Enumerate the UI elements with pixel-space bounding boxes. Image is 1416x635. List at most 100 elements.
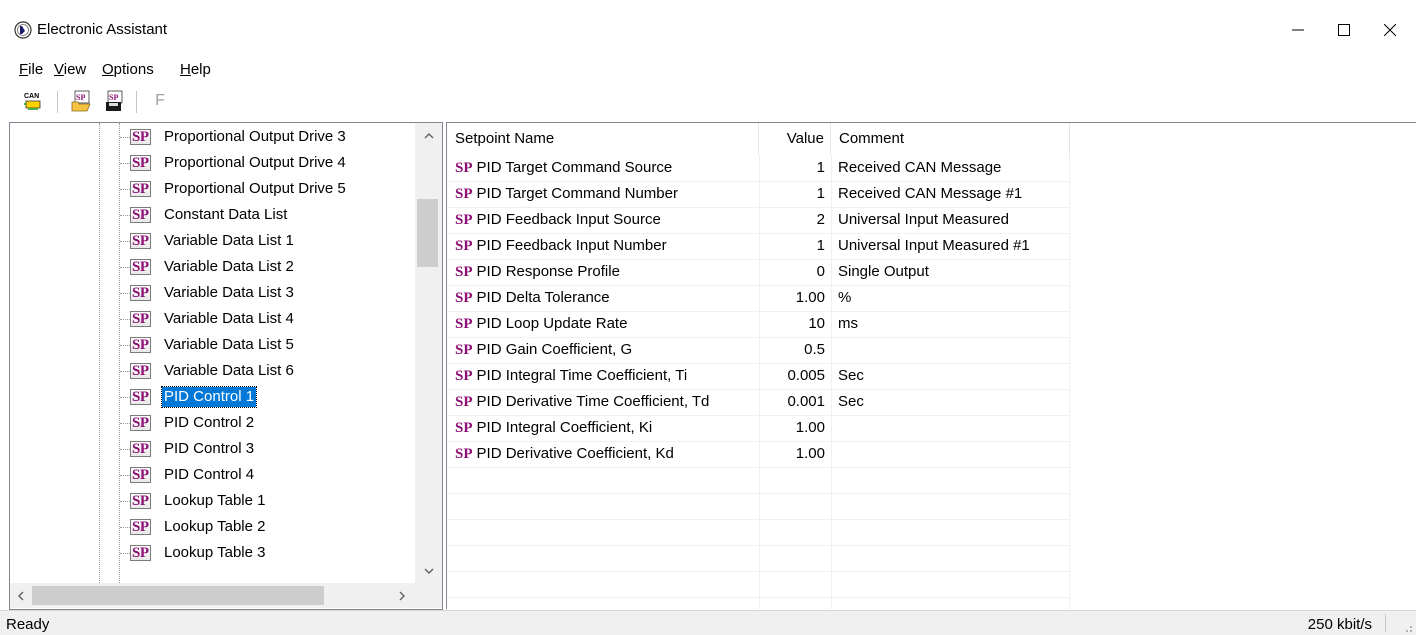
setpoint-value[interactable]: 2 — [759, 207, 825, 233]
tree-item[interactable]: SP Variable Data List 2 — [10, 254, 415, 280]
tree-connector — [120, 527, 130, 528]
resize-grip-icon[interactable] — [1401, 621, 1413, 633]
setpoint-comment — [838, 415, 1068, 441]
window-title: Electronic Assistant — [37, 21, 168, 38]
setpoint-value[interactable]: 1.00 — [759, 285, 825, 311]
setpoint-value[interactable]: 10 — [759, 311, 825, 337]
setpoint-comment — [838, 337, 1068, 363]
scroll-up-arrow[interactable] — [415, 125, 442, 145]
setpoint-value[interactable]: 0 — [759, 259, 825, 285]
tree-item[interactable]: SP Constant Data List — [10, 202, 415, 228]
setpoint-value[interactable]: 1.00 — [759, 415, 825, 441]
menu-help[interactable]: Help — [180, 61, 211, 78]
setpoint-icon: SP — [130, 285, 151, 301]
tree-item[interactable]: SP PID Control 1 — [10, 384, 415, 410]
setpoint-name: PID Response Profile — [476, 263, 620, 280]
setpoint-value[interactable]: 1 — [759, 155, 825, 181]
scroll-right-arrow[interactable] — [392, 583, 412, 608]
tree-item[interactable]: SP Lookup Table 3 — [10, 540, 415, 566]
tree-item[interactable]: SP PID Control 2 — [10, 410, 415, 436]
tree-horizontal-scrollbar[interactable] — [10, 583, 415, 608]
scroll-thumb[interactable] — [32, 586, 324, 605]
setpoint-name-cell: SP PID Integral Coefficient, Ki — [455, 415, 759, 441]
menu-file[interactable]: File — [19, 61, 43, 78]
tree-item-label: Proportional Output Drive 5 — [164, 180, 346, 197]
setpoint-value[interactable]: 1.00 — [759, 441, 825, 467]
close-button[interactable] — [1367, 10, 1413, 50]
can-connect-button[interactable]: CAN — [21, 89, 45, 113]
setpoint-icon: SP — [455, 342, 473, 358]
tree-item[interactable]: SP Proportional Output Drive 5 — [10, 176, 415, 202]
tree-item-label: Proportional Output Drive 4 — [164, 154, 346, 171]
setpoint-value[interactable]: 1 — [759, 181, 825, 207]
flash-button[interactable]: F — [148, 89, 172, 113]
column-header-name[interactable]: Setpoint Name — [447, 123, 759, 155]
setpoint-comment: Sec — [838, 367, 864, 384]
open-setpoint-button[interactable]: SP — [69, 89, 93, 113]
tree-vertical-scrollbar[interactable] — [415, 123, 442, 583]
tree-item-label: Variable Data List 3 — [164, 284, 294, 301]
setpoint-name-cell: SP PID Target Command Number — [455, 181, 759, 207]
tree-item[interactable]: SP PID Control 4 — [10, 462, 415, 488]
setpoint-icon: SP — [130, 259, 151, 275]
table-row[interactable]: SP PID Delta Tolerance 1.00% — [447, 285, 1416, 311]
setpoint-value[interactable]: 0.001 — [759, 389, 825, 415]
tree-connector — [120, 397, 130, 398]
table-row[interactable]: SP PID Derivative Time Coefficient, Td 0.0… — [447, 389, 1416, 415]
tree-item[interactable]: SP Proportional Output Drive 3 — [10, 124, 415, 150]
table-row[interactable]: SP PID Integral Time Coefficient, Ti 0.005… — [447, 363, 1416, 389]
toolbar: CAN SP SP F — [0, 85, 1416, 117]
minimize-button[interactable] — [1275, 10, 1321, 50]
tree-item[interactable]: SP Variable Data List 1 — [10, 228, 415, 254]
tree-item-label: PID Control 1 — [160, 386, 258, 408]
table-row[interactable]: SP PID Integral Coefficient, Ki 1.00 — [447, 415, 1416, 441]
column-header-value[interactable]: Value — [759, 123, 831, 155]
menu-view[interactable]: View — [54, 61, 86, 78]
setpoint-icon: SP — [130, 389, 151, 405]
scroll-down-arrow[interactable] — [415, 561, 442, 581]
setpoint-value[interactable]: 0.5 — [759, 337, 825, 363]
table-row[interactable]: SP PID Loop Update Rate 10 ms — [447, 311, 1416, 337]
tree-connector — [120, 189, 130, 190]
setpoint-tree[interactable]: SP Proportional Output Drive 3 SP Proportio… — [9, 122, 443, 610]
table-row[interactable]: SP PID Target Command Source 1 Received CAN… — [447, 155, 1416, 181]
tree-item[interactable]: SP PID Control 3 — [10, 436, 415, 462]
maximize-button[interactable] — [1321, 10, 1367, 50]
tree-item[interactable]: SP Lookup Table 2 — [10, 514, 415, 540]
minimize-icon — [1292, 29, 1304, 31]
setpoint-name: PID Gain Coefficient, G — [476, 341, 633, 358]
status-text: Ready — [6, 616, 50, 633]
table-row[interactable]: SP PID Feedback Input Source 2 Universal In… — [447, 207, 1416, 233]
tree-item[interactable]: SP Variable Data List 3 — [10, 280, 415, 306]
chevron-left-icon — [17, 591, 23, 600]
save-setpoint-button[interactable]: SP — [102, 89, 126, 113]
table-row[interactable]: SP PID Derivative Coefficient, Kd 1.00 — [447, 441, 1416, 467]
setpoint-name-cell: SP PID Response Profile — [455, 259, 759, 285]
table-row[interactable]: SP PID Target Command Number 1 Received CAN… — [447, 181, 1416, 207]
table-row[interactable]: SP PID Gain Coefficient, G 0.5 — [447, 337, 1416, 363]
table-row[interactable]: SP PID Response Profile 0 Single Output — [447, 259, 1416, 285]
setpoint-name: PID Delta Tolerance — [476, 289, 610, 306]
column-header-comment[interactable]: Comment — [831, 123, 1070, 155]
setpoint-name: PID Loop Update Rate — [476, 315, 628, 332]
tree-item[interactable]: SP Proportional Output Drive 4 — [10, 150, 415, 176]
setpoint-icon: SP — [130, 129, 151, 145]
tree-item-label: Variable Data List 2 — [164, 258, 294, 275]
tree-connector — [120, 553, 130, 554]
tree-connector — [120, 241, 130, 242]
scroll-thumb[interactable] — [417, 199, 438, 267]
setpoint-value[interactable]: 0.005 — [759, 363, 825, 389]
setpoint-icon: SP — [130, 155, 151, 171]
setpoint-value[interactable]: 1 — [759, 233, 825, 259]
tree-item[interactable]: SP Variable Data List 5 — [10, 332, 415, 358]
menu-options[interactable]: Options — [102, 61, 154, 78]
tree-item[interactable]: SP Variable Data List 6 — [10, 358, 415, 384]
status-divider — [1385, 614, 1386, 632]
tree-item[interactable]: SP Lookup Table 1 — [10, 488, 415, 514]
menu-bar: File View Options Help — [0, 57, 1416, 81]
tree-item[interactable]: SP Variable Data List 4 — [10, 306, 415, 332]
scroll-left-arrow[interactable] — [10, 583, 30, 608]
setpoint-icon: SP — [455, 186, 473, 202]
tree-item-label: Lookup Table 1 — [164, 492, 266, 509]
table-row[interactable]: SP PID Feedback Input Number 1 Universal In… — [447, 233, 1416, 259]
